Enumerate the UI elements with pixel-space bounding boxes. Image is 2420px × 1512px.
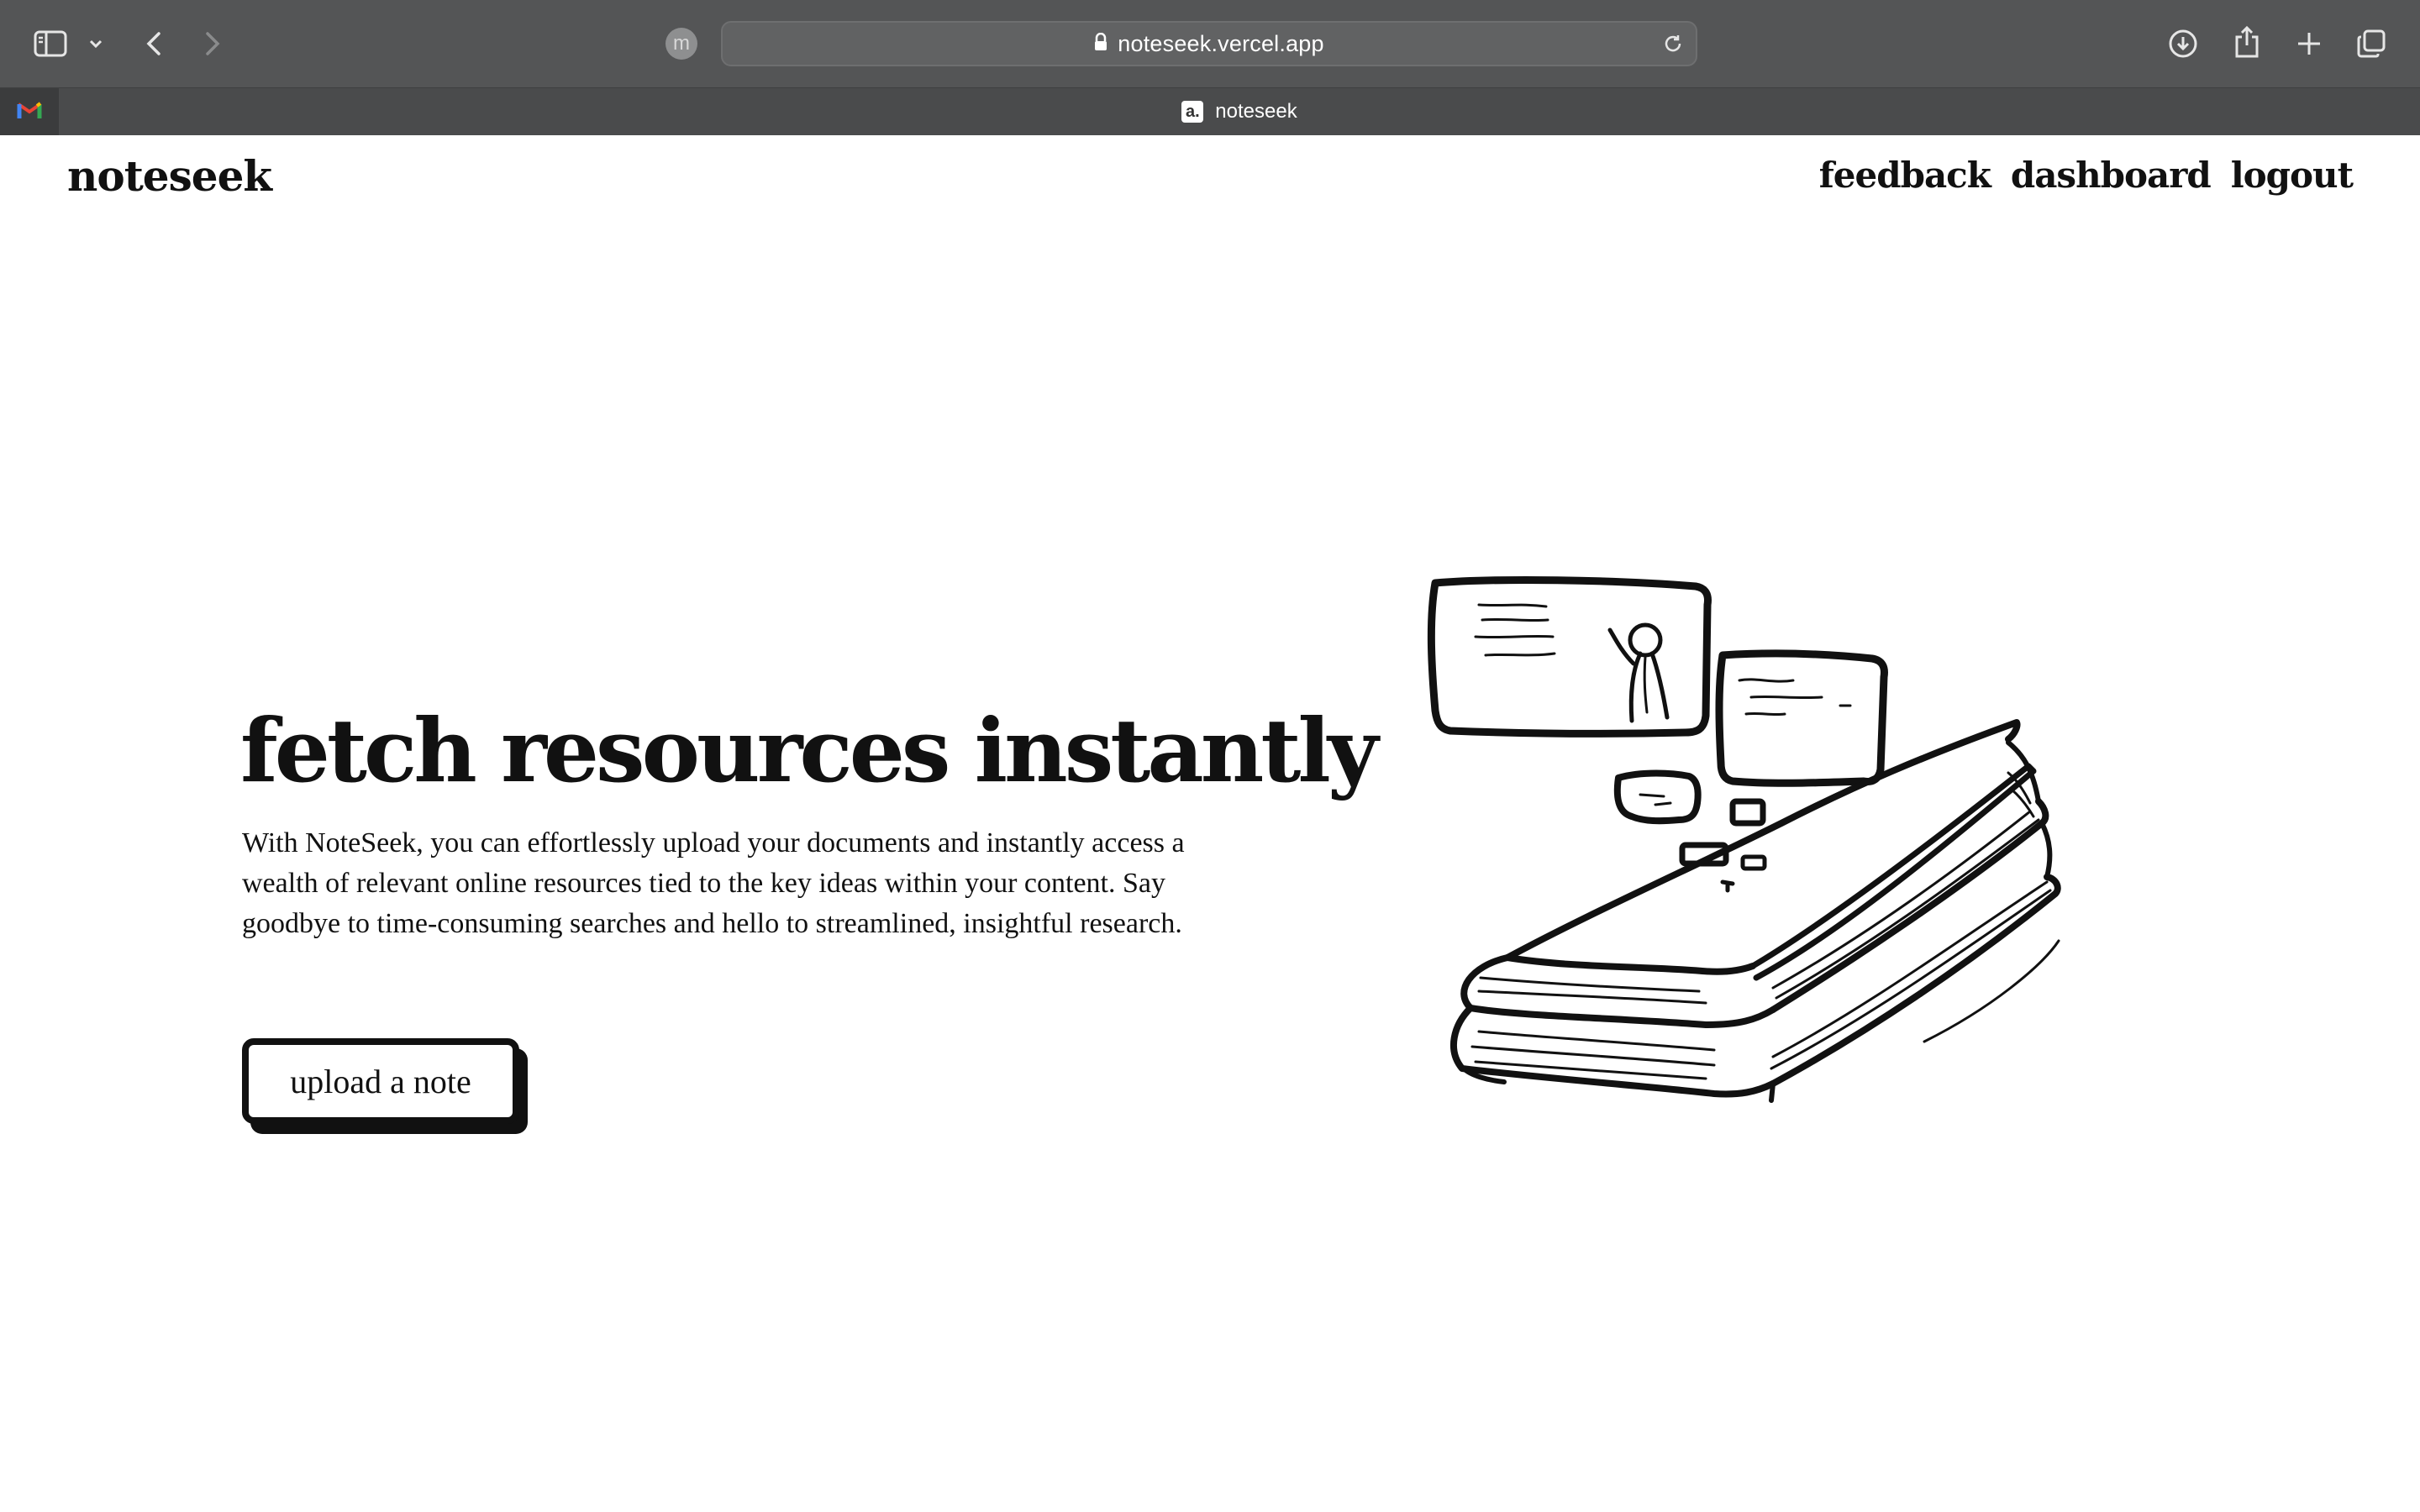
url-text: noteseek.vercel.app bbox=[1118, 30, 1324, 56]
hero-description: With NoteSeek, you can effortlessly uplo… bbox=[242, 827, 1185, 939]
lock-icon bbox=[1094, 31, 1107, 57]
new-tab-icon[interactable] bbox=[2292, 27, 2326, 60]
upload-button-container: upload a note bbox=[242, 1038, 528, 1134]
active-tab[interactable]: a. noteseek bbox=[59, 88, 2420, 135]
address-bar[interactable]: noteseek.vercel.app bbox=[721, 21, 1697, 66]
site-favicon-icon: a. bbox=[1181, 101, 1204, 123]
nav-feedback-link[interactable]: feedback bbox=[1819, 155, 1991, 196]
forward-icon[interactable] bbox=[200, 27, 225, 60]
nav-logout-link[interactable]: logout bbox=[2231, 155, 2354, 196]
pinned-tab-gmail[interactable] bbox=[0, 88, 59, 135]
nav-dashboard-link[interactable]: dashboard bbox=[2011, 155, 2212, 196]
profile-avatar[interactable]: m bbox=[666, 28, 697, 60]
tab-bar: a. noteseek bbox=[0, 87, 2420, 135]
sidebar-toggle-icon[interactable] bbox=[34, 27, 67, 60]
books-illustration bbox=[1420, 571, 2067, 1176]
hero-title: fetch resources instantly bbox=[240, 699, 1378, 802]
upload-note-button[interactable]: upload a note bbox=[242, 1038, 519, 1124]
gmail-icon bbox=[17, 101, 42, 123]
share-icon[interactable] bbox=[2230, 24, 2264, 60]
site-nav: feedback dashboard logout bbox=[1819, 155, 2354, 196]
download-icon[interactable] bbox=[2166, 27, 2200, 60]
browser-toolbar: m noteseek.vercel.app bbox=[0, 0, 2420, 87]
tab-overview-icon[interactable] bbox=[2354, 27, 2388, 60]
reload-icon[interactable] bbox=[1662, 33, 1684, 55]
tab-title: noteseek bbox=[1215, 100, 1297, 123]
site-logo[interactable]: noteseek bbox=[67, 151, 272, 201]
chevron-down-icon[interactable] bbox=[87, 34, 104, 54]
back-icon[interactable] bbox=[141, 27, 166, 60]
